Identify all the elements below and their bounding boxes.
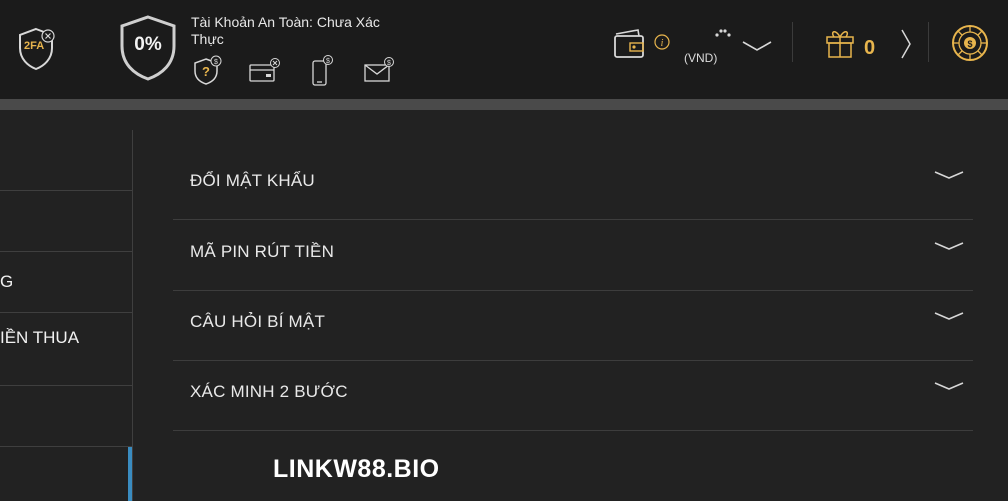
sidebar-separator bbox=[0, 385, 132, 386]
sidebar-border bbox=[132, 130, 133, 501]
svg-text:$: $ bbox=[214, 59, 218, 66]
sidebar-separator bbox=[0, 446, 132, 447]
info-icon[interactable]: i bbox=[654, 34, 670, 50]
chevron-down-icon[interactable] bbox=[933, 308, 965, 324]
question-shield-icon[interactable]: ? $ bbox=[193, 55, 223, 87]
chevron-down-icon[interactable] bbox=[933, 378, 965, 394]
phone-icon[interactable]: $ bbox=[310, 54, 336, 88]
currency-label: (VND) bbox=[684, 51, 718, 65]
svg-text:$: $ bbox=[326, 58, 330, 65]
sidebar-item-label[interactable]: G bbox=[0, 272, 13, 292]
2fa-badge-label: 2FA bbox=[24, 40, 45, 52]
lucky-wheel-icon[interactable]: $ bbox=[950, 23, 990, 63]
accordion-item-label: CÂU HỎI BÍ MẬT bbox=[190, 312, 326, 331]
accordion-item-label: MÃ PIN RÚT TIỀN bbox=[190, 242, 335, 261]
sidebar-separator bbox=[0, 312, 132, 313]
security-status-title: Tài Khoản An Toàn: Chưa Xác Thực bbox=[191, 14, 380, 47]
watermark-text: LINKW88.BIO bbox=[273, 455, 440, 483]
sidebar-separator bbox=[0, 190, 132, 191]
gift-icon[interactable] bbox=[824, 26, 856, 60]
card-icon[interactable] bbox=[248, 57, 282, 85]
email-icon[interactable]: $ bbox=[363, 55, 397, 85]
accordion-item-change-password[interactable]: ĐỔI MẬT KHẨU bbox=[173, 149, 973, 220]
header-divider-strip bbox=[0, 99, 1008, 110]
chevron-down-icon[interactable] bbox=[933, 167, 965, 183]
sidebar-active-indicator bbox=[128, 447, 132, 501]
accordion-item-secret-question[interactable]: CÂU HỎI BÍ MẬT bbox=[173, 290, 973, 361]
svg-text:$: $ bbox=[387, 60, 391, 67]
gift-count: 0 bbox=[864, 37, 876, 59]
header-divider bbox=[928, 22, 929, 62]
svg-text:?: ? bbox=[202, 64, 210, 79]
wallet-icon[interactable] bbox=[612, 28, 646, 60]
header-divider bbox=[792, 22, 793, 62]
accordion-item-label: ĐỔI MẬT KHẨU bbox=[190, 171, 315, 190]
sidebar-separator bbox=[0, 251, 132, 252]
loading-icon bbox=[714, 27, 734, 41]
accordion-item-label: XÁC MINH 2 BƯỚC bbox=[190, 382, 348, 401]
svg-text:$: $ bbox=[967, 39, 972, 49]
security-percent: 0% bbox=[134, 34, 162, 55]
accordion-item-two-step-verification[interactable]: XÁC MINH 2 BƯỚC bbox=[173, 360, 973, 431]
chevron-down-icon[interactable] bbox=[741, 38, 773, 54]
svg-text:i: i bbox=[661, 38, 664, 49]
chevron-down-icon[interactable] bbox=[933, 238, 965, 254]
accordion-item-withdraw-pin[interactable]: MÃ PIN RÚT TIỀN bbox=[173, 220, 973, 291]
chevron-right-icon[interactable] bbox=[898, 28, 914, 60]
sidebar-item-label[interactable]: IỀN THUA bbox=[0, 328, 79, 348]
